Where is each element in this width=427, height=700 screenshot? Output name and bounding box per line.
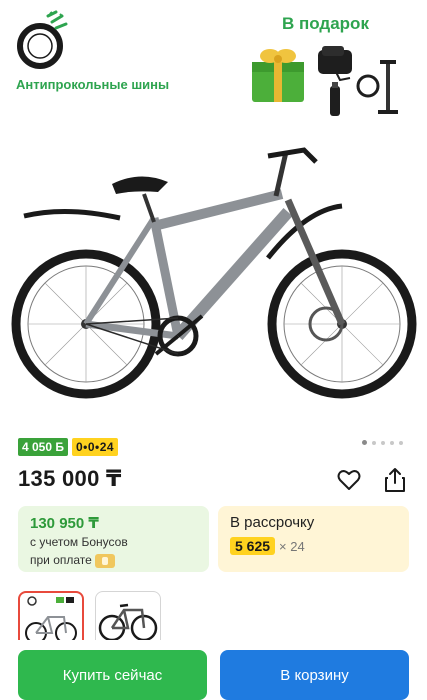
share-icon[interactable] — [382, 466, 408, 494]
gift-accessories-icon — [318, 46, 398, 116]
bicycle-image — [11, 147, 417, 399]
carousel-dot[interactable] — [362, 440, 367, 445]
gift-box-icon — [252, 49, 304, 102]
carousel-dot[interactable] — [390, 440, 394, 445]
carousel-dot[interactable] — [381, 440, 385, 445]
antipuncture-label: Антипрокольные шины — [16, 77, 170, 92]
bonus-price-card[interactable]: 130 950 ₸ с учетом Бонусов при оплате — [18, 506, 209, 572]
carousel-dot[interactable] — [399, 440, 403, 445]
installment-months: × 24 — [279, 538, 305, 554]
gift-title: В подарок — [282, 14, 369, 33]
bonus-price-amount: 130 950 ₸ — [30, 515, 99, 532]
bonus-price-note-2: при оплате — [30, 553, 197, 568]
tire-icon — [17, 10, 68, 69]
bonus-price-note-2-text: при оплате — [30, 553, 92, 567]
promo-tags: 4 050 Б 0•0•24 — [18, 438, 119, 456]
product-image-carousel[interactable]: Антипрокольные шины В подарок — [0, 0, 427, 430]
add-to-cart-button[interactable]: В корзину — [220, 650, 409, 700]
product-price: 135 000 ₸ — [18, 466, 122, 491]
antipuncture-badge: Антипрокольные шины — [16, 10, 186, 100]
favorite-heart-icon[interactable] — [336, 467, 362, 493]
bonus-points-tag: 4 050 Б — [18, 438, 68, 456]
installment-tag: 0•0•24 — [72, 438, 119, 456]
installment-card[interactable]: В рассрочку 5 625 × 24 — [218, 506, 409, 572]
installment-row: 5 625 × 24 — [230, 537, 397, 555]
carousel-pagination — [362, 440, 403, 445]
wallet-icon — [94, 553, 115, 568]
carousel-dot[interactable] — [372, 440, 376, 445]
buy-now-button[interactable]: Купить сейчас — [18, 650, 207, 700]
bonus-price-note-1: с учетом Бонусов — [30, 535, 128, 549]
installment-title: В рассрочку — [230, 514, 315, 531]
installment-amount: 5 625 — [230, 537, 276, 555]
